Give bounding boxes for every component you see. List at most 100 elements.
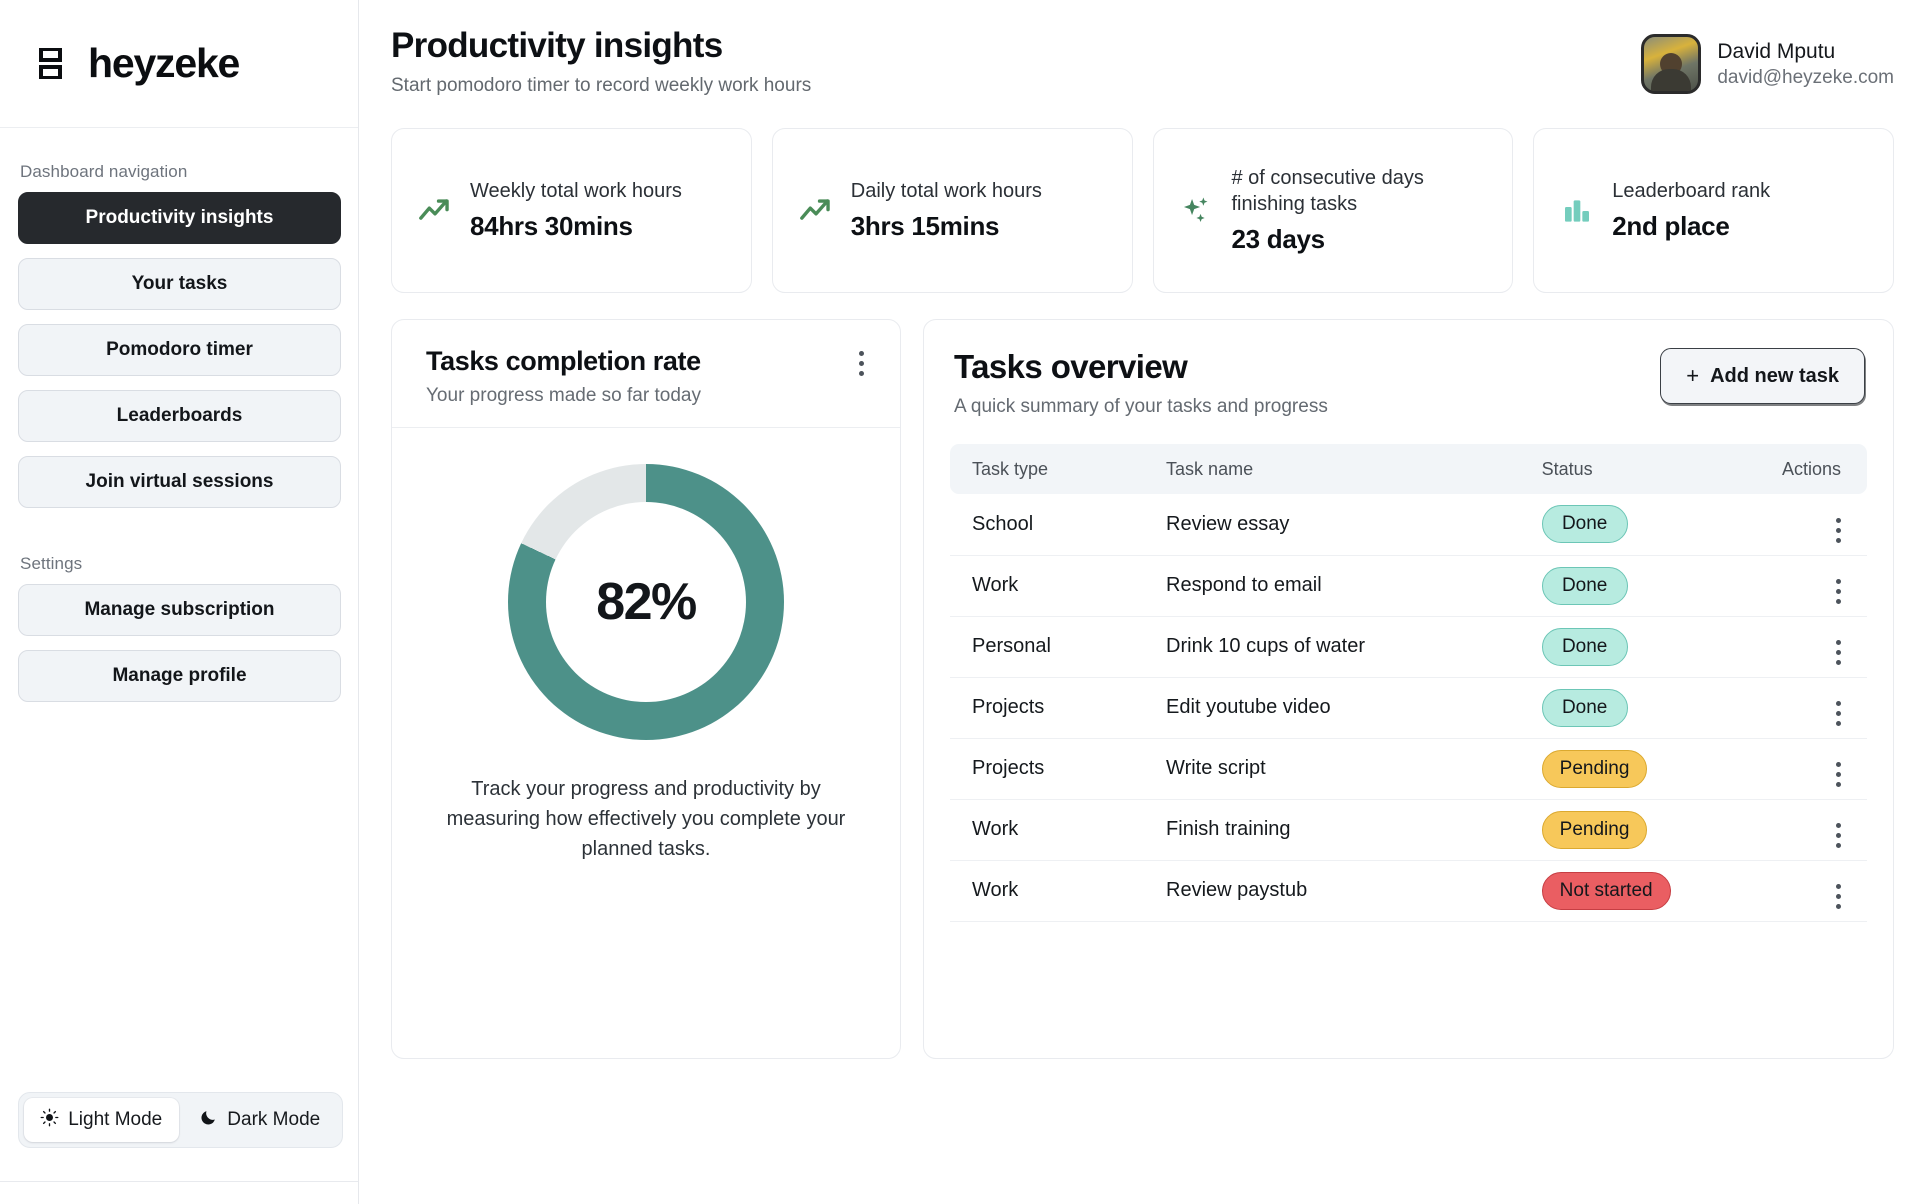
sidebar-item-productivity-insights[interactable]: Productivity insights xyxy=(18,192,341,244)
status-badge: Pending xyxy=(1541,810,1648,849)
tasks-completion-rate-card: Tasks completion rate Your progress made… xyxy=(391,319,901,1059)
page-header-text: Productivity insights Start pomodoro tim… xyxy=(391,26,811,97)
completion-description: Track your progress and productivity by … xyxy=(446,778,846,860)
table-row[interactable]: School Review essay Done xyxy=(950,494,1867,556)
brand-logo[interactable]: heyzeke xyxy=(0,0,358,128)
theme-toggle: Light Mode Dark Mode xyxy=(18,1092,343,1148)
user-email: david@heyzeke.com xyxy=(1717,66,1894,88)
add-new-task-label: Add new task xyxy=(1710,364,1839,387)
page-header: Productivity insights Start pomodoro tim… xyxy=(383,0,1898,128)
completion-header-text: Tasks completion rate Your progress made… xyxy=(426,346,701,407)
sidebar-item-manage-subscription[interactable]: Manage subscription xyxy=(18,584,341,636)
tasks-table-body: School Review essay Done Work Respond to… xyxy=(950,494,1867,922)
table-row[interactable]: Work Respond to email Done xyxy=(950,555,1867,617)
dark-mode-button[interactable]: Dark Mode xyxy=(183,1098,338,1142)
stat-cards: Weekly total work hours 84hrs 30mins Dai… xyxy=(383,128,1898,293)
moon-icon xyxy=(199,1108,218,1133)
cell-task-name: Write script xyxy=(1152,738,1528,800)
cell-actions xyxy=(1767,616,1867,678)
stat-value: 23 days xyxy=(1231,224,1326,255)
table-row[interactable]: Projects Write script Pending xyxy=(950,738,1867,800)
cell-status: Pending xyxy=(1527,799,1768,861)
stat-value: 84hrs 30mins xyxy=(470,211,633,242)
sidebar-item-manage-profile[interactable]: Manage profile xyxy=(18,650,341,702)
stat-label: Leaderboard rank xyxy=(1612,179,1771,202)
main-content: Productivity insights Start pomodoro tim… xyxy=(359,0,1926,1204)
table-row[interactable]: Projects Edit youtube video Done xyxy=(950,677,1867,739)
cell-status: Done xyxy=(1527,677,1768,739)
sidebar-item-leaderboards[interactable]: Leaderboards xyxy=(18,390,341,442)
user-profile[interactable]: David Mputu david@heyzeke.com xyxy=(1641,26,1894,94)
stat-value: 3hrs 15mins xyxy=(850,211,1000,242)
stat-label: Daily total work hours xyxy=(850,179,1042,202)
kebab-menu-icon[interactable] xyxy=(1836,762,1841,787)
table-row[interactable]: Personal Drink 10 cups of water Done xyxy=(950,616,1867,678)
add-new-task-button[interactable]: + Add new task xyxy=(1660,348,1865,404)
heyzeke-logo-icon xyxy=(34,44,74,84)
cell-status: Not started xyxy=(1527,860,1768,922)
status-badge: Done xyxy=(1541,566,1628,605)
stat-text: Daily total work hours 3hrs 15mins xyxy=(851,179,1042,243)
settings-section-label: Settings xyxy=(20,554,83,573)
tasks-header-text: Tasks overview A quick summary of your t… xyxy=(954,348,1328,418)
completion-percent-label: 82% xyxy=(596,573,697,631)
bar-chart-icon xyxy=(1558,195,1596,227)
user-text: David Mputu david@heyzeke.com xyxy=(1717,40,1894,89)
completion-subtitle: Your progress made so far today xyxy=(426,385,701,406)
page-subtitle: Start pomodoro timer to record weekly wo… xyxy=(391,75,812,96)
stat-label: # of consecutive days finishing tasks xyxy=(1231,166,1424,215)
kebab-menu-icon[interactable] xyxy=(848,346,874,380)
tasks-card-header: Tasks overview A quick summary of your t… xyxy=(950,348,1867,418)
dashboard-navigation: Dashboard navigation Productivity insigh… xyxy=(0,128,358,522)
stat-card-consecutive-days: # of consecutive days finishing tasks 23… xyxy=(1152,128,1514,293)
cell-task-name: Respond to email xyxy=(1152,555,1528,617)
tasks-table-head: Task type Task name Status Actions xyxy=(950,444,1867,494)
kebab-menu-icon[interactable] xyxy=(1836,701,1841,726)
nav-section-label: Dashboard navigation xyxy=(20,162,188,181)
table-row[interactable]: Work Review paystub Not started xyxy=(950,860,1867,922)
status-badge: Done xyxy=(1541,505,1628,544)
stat-label: Weekly total work hours xyxy=(470,179,682,202)
cell-task-type: Projects xyxy=(950,738,1153,800)
kebab-menu-icon[interactable] xyxy=(1836,517,1841,543)
kebab-menu-icon[interactable] xyxy=(1836,884,1841,909)
completion-donut-chart: 82% xyxy=(508,464,784,740)
stat-text: Weekly total work hours 84hrs 30mins xyxy=(470,179,682,243)
app-root: heyzeke Dashboard navigation Productivit… xyxy=(0,0,1926,1204)
completion-title: Tasks completion rate xyxy=(426,346,701,376)
tasks-title: Tasks overview xyxy=(954,348,1188,385)
column-header-actions: Actions xyxy=(1767,444,1867,494)
cell-task-type: Work xyxy=(950,555,1153,617)
table-row[interactable]: Work Finish training Pending xyxy=(950,799,1867,861)
sidebar-item-your-tasks[interactable]: Your tasks xyxy=(18,258,341,310)
sidebar-item-join-virtual-sessions[interactable]: Join virtual sessions xyxy=(18,456,341,508)
avatar xyxy=(1641,34,1702,94)
table-header-row: Task type Task name Status Actions xyxy=(950,444,1867,494)
stat-card-leaderboard-rank: Leaderboard rank 2nd place xyxy=(1533,128,1894,293)
cell-actions xyxy=(1767,738,1867,800)
stat-card-weekly-hours: Weekly total work hours 84hrs 30mins xyxy=(391,128,752,293)
stat-text: Leaderboard rank 2nd place xyxy=(1612,179,1770,243)
sidebar-item-pomodoro-timer[interactable]: Pomodoro timer xyxy=(18,324,341,376)
cell-task-name: Review essay xyxy=(1152,494,1528,556)
sparkles-icon xyxy=(1178,194,1216,228)
tasks-overview-card: Tasks overview A quick summary of your t… xyxy=(923,319,1894,1059)
cell-status: Pending xyxy=(1527,738,1768,800)
cell-actions xyxy=(1767,494,1867,556)
stat-value: 2nd place xyxy=(1612,211,1730,242)
kebab-menu-icon[interactable] xyxy=(1836,823,1841,848)
stat-card-daily-hours: Daily total work hours 3hrs 15mins xyxy=(771,128,1133,293)
kebab-menu-icon[interactable] xyxy=(1836,579,1841,604)
light-mode-button[interactable]: Light Mode xyxy=(24,1098,179,1142)
sun-icon xyxy=(40,1108,59,1133)
cell-task-name: Edit youtube video xyxy=(1152,677,1528,739)
tasks-subtitle: A quick summary of your tasks and progre… xyxy=(954,396,1328,417)
settings-navigation: Settings Manage subscription Manage prof… xyxy=(0,522,358,716)
trending-up-icon xyxy=(797,194,835,228)
cell-status: Done xyxy=(1527,494,1768,556)
cell-task-type: Work xyxy=(950,799,1153,861)
kebab-menu-icon[interactable] xyxy=(1836,640,1841,665)
cell-task-name: Finish training xyxy=(1152,799,1528,861)
cell-task-name: Review paystub xyxy=(1152,860,1528,922)
cell-actions xyxy=(1767,677,1867,739)
